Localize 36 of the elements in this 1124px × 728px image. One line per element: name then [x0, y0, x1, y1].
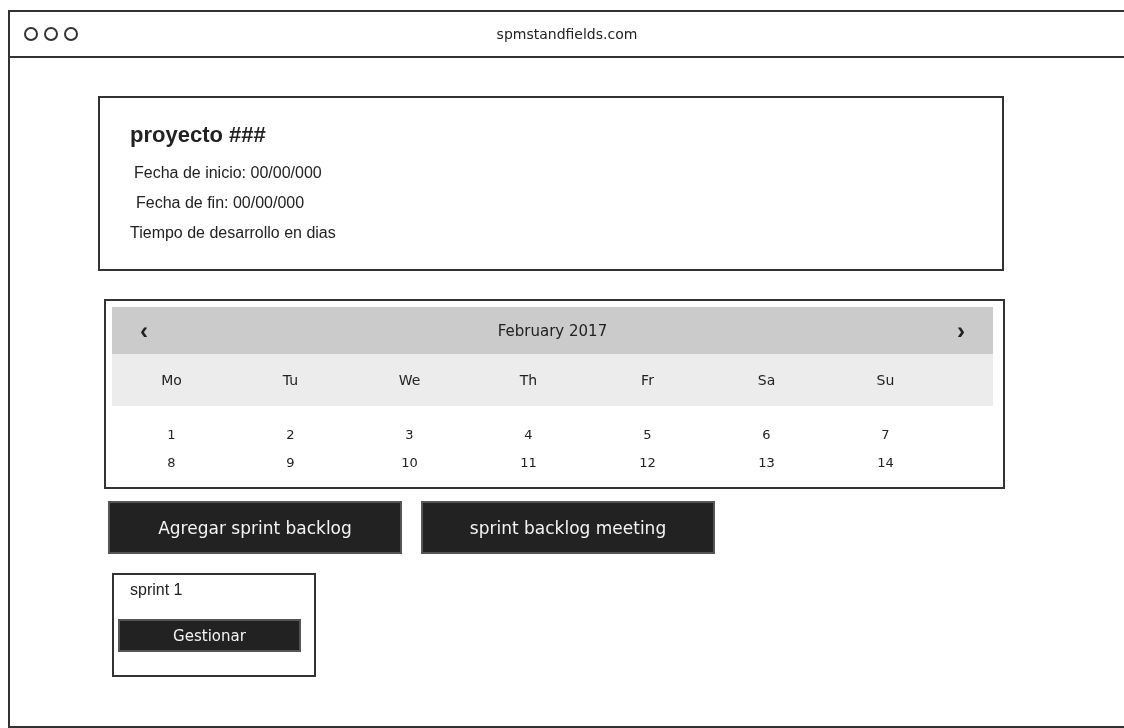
weekday-label: Su: [875, 372, 896, 388]
sprint-name: sprint 1: [129, 581, 184, 599]
calendar-day[interactable]: 8: [112, 454, 231, 470]
window-control-icon[interactable]: [24, 27, 38, 41]
weekday-label: Th: [518, 372, 539, 388]
window-control-icon[interactable]: [64, 27, 78, 41]
weekday-label: We: [397, 372, 422, 388]
action-button[interactable]: Agregar sprint backlog: [108, 501, 402, 554]
window-control-icon[interactable]: [44, 27, 58, 41]
calendar-day[interactable]: 12: [588, 454, 707, 470]
calendar-day[interactable]: 9: [231, 454, 350, 470]
month-label: February 2017: [497, 321, 608, 340]
calendar-day[interactable]: 7: [826, 426, 945, 442]
project-detail: Fecha de fin: 00/00/000: [135, 193, 306, 213]
calendar-day[interactable]: 3: [350, 426, 469, 442]
calendar-day[interactable]: 1: [112, 426, 231, 442]
weekday-label: Tu: [281, 372, 300, 388]
action-button[interactable]: sprint backlog meeting: [421, 501, 715, 554]
project-detail: Fecha de inicio: 00/00/000: [133, 163, 323, 183]
window-title: spmstandfields.com: [496, 26, 638, 42]
calendar-day[interactable]: 4: [469, 426, 588, 442]
next-month-button[interactable]: ›: [957, 318, 965, 343]
weekday-label: Mo: [160, 372, 183, 388]
manage-button[interactable]: Gestionar: [118, 619, 301, 652]
calendar-day[interactable]: 6: [707, 426, 826, 442]
calendar-day[interactable]: 10: [350, 454, 469, 470]
weekday-label: Sa: [756, 372, 777, 388]
calendar-day[interactable]: 13: [707, 454, 826, 470]
project-title: proyecto ###: [130, 122, 267, 148]
previous-month-button[interactable]: ‹: [140, 318, 148, 343]
project-detail: Tiempo de desarrollo en dias: [130, 223, 337, 243]
calendar-day[interactable]: 2: [231, 426, 350, 442]
weekday-label: Fr: [640, 372, 655, 388]
calendar-day[interactable]: 11: [469, 454, 588, 470]
calendar-day[interactable]: 14: [826, 454, 945, 470]
calendar-day[interactable]: 5: [588, 426, 707, 442]
